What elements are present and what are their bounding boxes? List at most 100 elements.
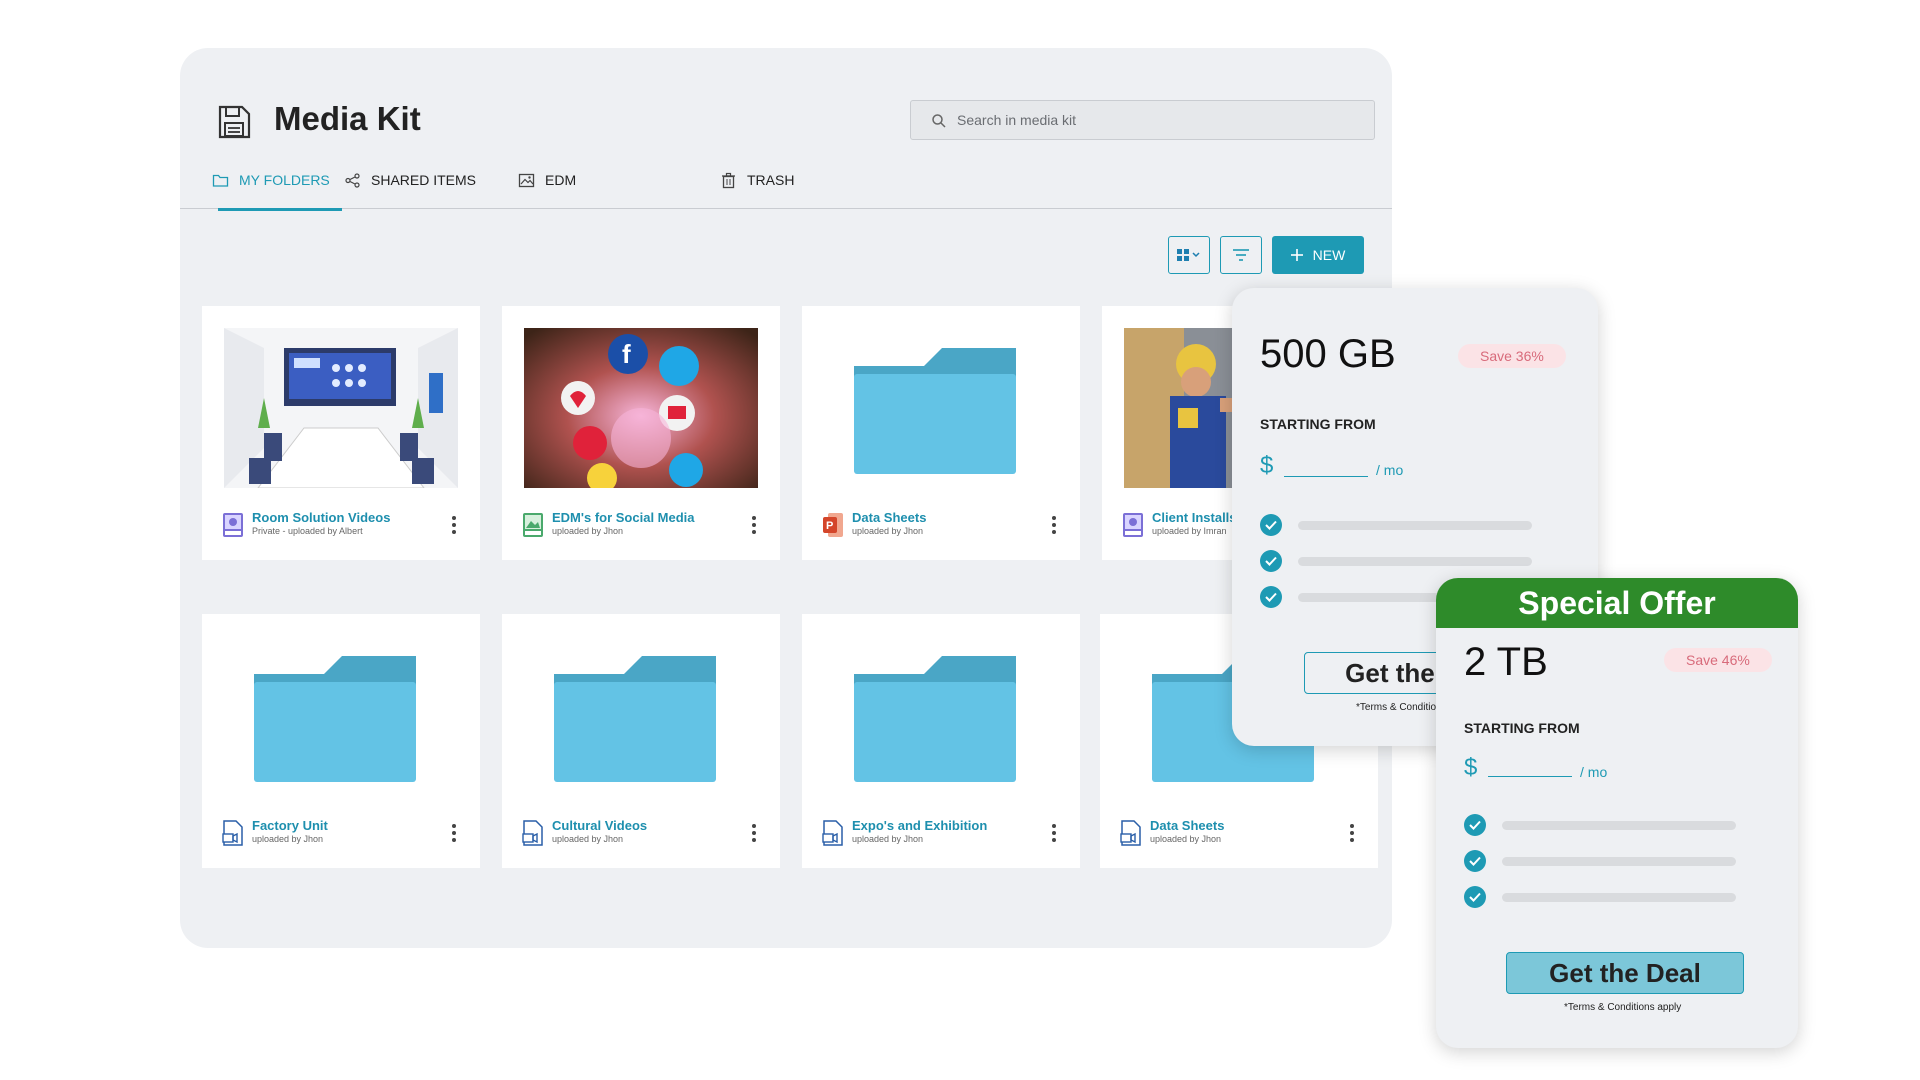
more-options-icon[interactable]: [746, 514, 762, 536]
feature-placeholder-bar: [1298, 521, 1532, 530]
card-subtitle: uploaded by Jhon: [552, 526, 624, 536]
tab-label: SHARED ITEMS: [371, 172, 477, 188]
page-title: Media Kit: [274, 100, 421, 137]
folder-icon: [254, 656, 416, 782]
checkmark-icon: [1260, 514, 1282, 536]
feature-row: [1464, 886, 1764, 908]
media-card-expos-exhibition[interactable]: Expo's and Exhibition uploaded by Jhon: [802, 614, 1080, 868]
feature-row: [1260, 550, 1560, 572]
plan-amount: 500 GB: [1260, 332, 1396, 376]
tab-label: TRASH: [747, 172, 795, 188]
card-footer: Expo's and Exhibition uploaded by Jhon: [822, 818, 1062, 848]
search-input[interactable]: [957, 101, 1357, 139]
video-file-icon: [223, 513, 243, 537]
social-media-image: f: [524, 328, 758, 488]
media-card-room-solution[interactable]: Room Solution Videos Private - uploaded …: [202, 306, 480, 560]
feature-placeholder-bar: [1502, 821, 1736, 830]
media-kit-window: Media Kit MY FOLDERS SHARED ITEMS EDM: [180, 48, 1392, 948]
tab-label: MY FOLDERS: [239, 172, 330, 188]
checkmark-icon: [1464, 850, 1486, 872]
trash-icon: [722, 172, 735, 189]
tab-label: EDM: [545, 172, 577, 188]
per-month-label: / mo: [1580, 764, 1608, 780]
media-card-cultural-videos[interactable]: Cultural Videos uploaded by Jhon: [502, 614, 780, 868]
svg-text:P: P: [826, 520, 833, 532]
video-doc-icon: [1120, 820, 1141, 846]
plus-icon: [1290, 249, 1303, 261]
video-doc-icon: [822, 820, 843, 846]
more-options-icon[interactable]: [1046, 514, 1062, 536]
media-card-edm-social[interactable]: f EDM's for Social Media uploaded by Jho…: [502, 306, 780, 560]
save-badge: Save 36%: [1458, 344, 1566, 368]
plan-amount: 2 TB: [1464, 640, 1548, 684]
currency-symbol: $: [1464, 754, 1478, 781]
search-icon: [932, 114, 946, 128]
room-thumbnail: [224, 328, 458, 488]
card-title: EDM's for Social Media: [552, 510, 695, 525]
image-file-icon: [523, 513, 543, 537]
video-doc-icon: [222, 820, 243, 846]
tab-divider: [180, 208, 1392, 209]
tab-shared-items[interactable]: SHARED ITEMS: [344, 172, 476, 206]
more-options-icon[interactable]: [746, 822, 762, 844]
more-options-icon[interactable]: [446, 514, 462, 536]
pricing-card-2tb-special: Special Offer 2 TB Save 46% STARTING FRO…: [1436, 578, 1798, 1048]
tab-edm[interactable]: EDM: [518, 172, 576, 206]
view-toggle-button[interactable]: [1168, 236, 1210, 274]
feature-placeholder-bar: [1502, 893, 1736, 902]
card-footer: Room Solution Videos Private - uploaded …: [222, 510, 462, 540]
image-icon: [518, 173, 535, 188]
get-deal-button[interactable]: Get the Deal: [1506, 952, 1744, 994]
card-footer: EDM's for Social Media uploaded by Jhon: [522, 510, 762, 540]
save-disk-icon: [218, 105, 251, 139]
header: Media Kit MY FOLDERS SHARED ITEMS EDM: [180, 48, 1392, 208]
svg-text:f: f: [622, 339, 631, 369]
tab-trash[interactable]: TRASH: [720, 172, 794, 206]
card-subtitle: uploaded by Jhon: [852, 526, 924, 536]
conference-room-image: [224, 328, 458, 488]
video-file-icon: [1123, 513, 1143, 537]
checkmark-icon: [1464, 814, 1486, 836]
card-footer: Factory Unit uploaded by Jhon: [222, 818, 462, 848]
filter-button[interactable]: [1220, 236, 1262, 274]
terms-note: *Terms & Conditions apply: [1564, 1002, 1682, 1013]
card-title: Expo's and Exhibition: [852, 818, 988, 833]
starting-from-label: STARTING FROM: [1260, 416, 1376, 432]
card-footer: Data Sheets uploaded by Jhon: [1120, 818, 1360, 848]
checkmark-icon: [1260, 586, 1282, 608]
social-thumbnail: f: [524, 328, 758, 488]
tab-my-folders[interactable]: MY FOLDERS: [212, 172, 330, 206]
card-footer: Cultural Videos uploaded by Jhon: [522, 818, 762, 848]
search-box[interactable]: [910, 100, 1375, 140]
card-subtitle: uploaded by Jhon: [1150, 834, 1222, 844]
video-doc-icon: [522, 820, 543, 846]
feature-placeholder-bar: [1502, 857, 1736, 866]
checkmark-icon: [1464, 886, 1486, 908]
checkmark-icon: [1260, 550, 1282, 572]
card-footer: P Data Sheets uploaded by Jhon: [822, 510, 1062, 540]
card-title: Client Installs: [1152, 510, 1237, 525]
powerpoint-file-icon: P: [823, 513, 843, 537]
special-offer-banner: Special Offer: [1436, 578, 1798, 628]
feature-row: [1464, 850, 1764, 872]
more-options-icon[interactable]: [1046, 822, 1062, 844]
more-options-icon[interactable]: [1344, 822, 1360, 844]
card-title: Cultural Videos: [552, 818, 648, 833]
folder-icon: [554, 656, 716, 782]
more-options-icon[interactable]: [446, 822, 462, 844]
currency-symbol: $: [1260, 452, 1274, 479]
card-title: Factory Unit: [252, 818, 328, 833]
price-blank-line: [1488, 776, 1572, 777]
new-button[interactable]: NEW: [1272, 236, 1364, 274]
starting-from-label: STARTING FROM: [1464, 720, 1580, 736]
folder-icon: [854, 656, 1016, 782]
per-month-label: / mo: [1376, 462, 1404, 478]
price-blank-line: [1284, 476, 1368, 477]
share-icon: [345, 173, 360, 188]
card-subtitle: uploaded by Jhon: [852, 834, 924, 844]
feature-placeholder-bar: [1298, 557, 1532, 566]
media-card-data-sheets[interactable]: P Data Sheets uploaded by Jhon: [802, 306, 1080, 560]
grid-view-icon: [1177, 249, 1200, 261]
media-card-factory-unit[interactable]: Factory Unit uploaded by Jhon: [202, 614, 480, 868]
card-subtitle: uploaded by Jhon: [252, 834, 324, 844]
